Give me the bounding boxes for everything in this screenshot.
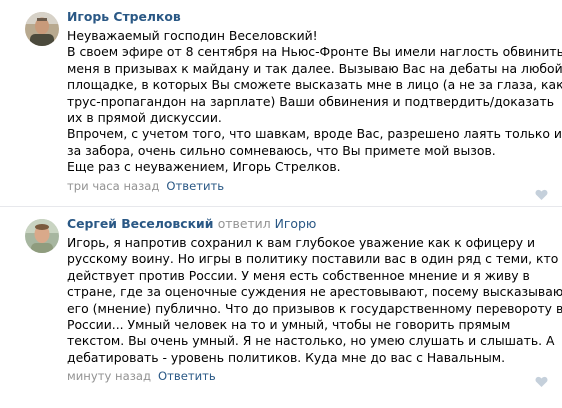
timestamp-link[interactable]: три часа назад xyxy=(67,179,159,193)
text-line: действует против России. У меня есть соб… xyxy=(67,267,530,283)
text-line: трус-пропагандон на зарплате) Ваши обвин… xyxy=(67,93,554,109)
comment: Игорь Стрелков Неуважаемый господин Весе… xyxy=(0,0,562,206)
comment-text: Неуважаемый господин Веселовский! В свое… xyxy=(67,28,562,176)
heart-icon[interactable] xyxy=(535,373,548,387)
avatar[interactable] xyxy=(25,12,59,46)
comment-meta: три часа назад Ответить xyxy=(67,178,557,194)
heart-icon[interactable] xyxy=(535,186,548,200)
author-name[interactable]: Сергей Веселовский xyxy=(67,216,213,231)
replied-to: ответил Игорю xyxy=(218,216,317,231)
author-name[interactable]: Игорь Стрелков xyxy=(67,9,557,25)
text-line: за забора, очень сильно сомневаюсь, что … xyxy=(67,142,496,158)
text-line: русскому воину. Но игры в политику поста… xyxy=(67,251,559,267)
reply-button[interactable]: Ответить xyxy=(158,369,216,383)
text-line: Игорь, я напротив сохранил к вам глубоко… xyxy=(67,235,536,250)
timestamp-link[interactable]: минуту назад xyxy=(67,369,151,383)
text-line: Неуважаемый господин Веселовский! xyxy=(67,28,318,43)
comment-meta: минуту назад Ответить xyxy=(67,368,557,384)
text-line: площадке, в которых Вы сможете высказать… xyxy=(67,77,562,93)
text-line: Еще раз с неуважением, Игорь Стрелков. xyxy=(67,159,341,175)
text-line: меня в призывах к майдану и так далее. В… xyxy=(67,60,562,76)
comment-body: Игорь Стрелков Неуважаемый господин Весе… xyxy=(67,9,562,194)
text-line: их в прямой дискуссии. xyxy=(67,110,222,126)
replied-word: ответил xyxy=(217,216,271,231)
comment-header: Сергей Веселовский ответил Игорю xyxy=(67,216,557,232)
replied-to-link[interactable]: Игорю xyxy=(275,216,317,231)
reply-button[interactable]: Ответить xyxy=(166,179,224,193)
text-line: В своем эфире от 8 сентября на Ньюс-Фрон… xyxy=(67,44,562,60)
text-line: текстом. Вы очень умный. Я не настолько,… xyxy=(67,333,555,349)
comment-text: Игорь, я напротив сохранил к вам глубоко… xyxy=(67,235,562,366)
text-line: Впрочем, с учетом того, что шавкам, врод… xyxy=(67,126,562,142)
comment: Сергей Веселовский ответил Игорю Игорь, … xyxy=(0,207,562,408)
text-line: дебатировать - уровень политиков. Куда м… xyxy=(67,349,506,365)
text-line: стране, где за оценочные суждения не аре… xyxy=(67,284,562,300)
avatar[interactable] xyxy=(25,219,59,253)
text-line: его (мнение) публично. Что до призывов к… xyxy=(67,300,562,316)
comment-body: Сергей Веселовский ответил Игорю Игорь, … xyxy=(67,216,562,384)
text-line: России... Умный человек на то и умный, ч… xyxy=(67,317,511,333)
